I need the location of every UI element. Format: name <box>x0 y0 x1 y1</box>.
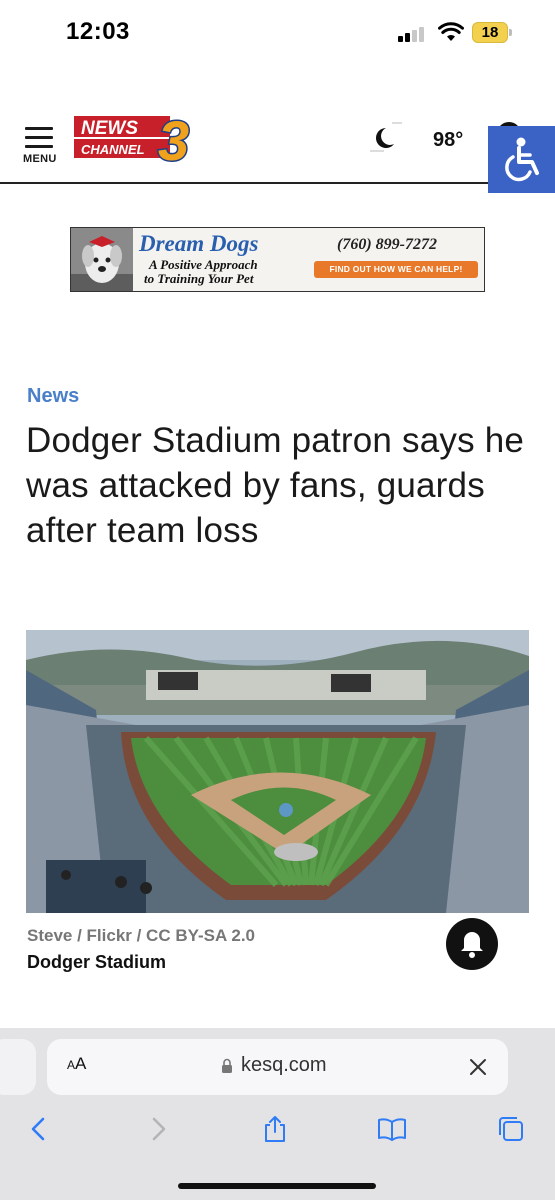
article-headline: Dodger Stadium patron says he was attack… <box>26 421 525 550</box>
menu-label: MENU <box>23 153 57 165</box>
previous-tab-preview[interactable] <box>0 1039 36 1095</box>
menu-button[interactable]: MENU <box>22 125 62 169</box>
signal-icon <box>398 26 428 42</box>
temperature: 98° <box>433 129 464 151</box>
page: 12:03 18 MENU NEWS CHANNEL 3 98° Dream D… <box>0 0 555 1200</box>
battery-level: 18 <box>481 24 499 41</box>
bookmarks-icon[interactable] <box>377 1114 407 1144</box>
ad-tagline: to Training Your Pet <box>144 271 254 286</box>
dog-image <box>71 228 133 291</box>
news-channel-3-logo[interactable]: NEWS CHANNEL 3 <box>72 113 210 165</box>
lock-icon <box>222 1058 232 1073</box>
share-icon[interactable] <box>260 1114 290 1144</box>
url-text: kesq.com <box>241 1054 327 1076</box>
moon-icon <box>370 122 402 152</box>
wifi-icon <box>438 22 464 41</box>
site-header: MENU NEWS CHANNEL 3 98° <box>0 100 555 184</box>
reader-settings-button[interactable]: AA <box>67 1054 86 1074</box>
article-hero-image <box>26 630 529 913</box>
logo-number: 3 <box>158 113 189 165</box>
bell-icon <box>461 932 483 958</box>
browser-toolbar: AA kesq.com <box>0 1028 555 1200</box>
accessibility-button[interactable] <box>488 126 555 193</box>
image-credit: Steve / Flickr / CC BY-SA 2.0 <box>27 926 256 945</box>
ad-title: Dream Dogs <box>139 231 259 256</box>
tabs-icon[interactable] <box>496 1114 526 1144</box>
logo-channel-text: CHANNEL <box>81 142 145 157</box>
logo-news-text: NEWS <box>81 118 138 139</box>
status-bar: 12:03 18 <box>0 0 555 70</box>
image-caption: Dodger Stadium <box>27 952 167 972</box>
notification-button[interactable] <box>446 918 498 970</box>
wheelchair-icon <box>505 137 539 182</box>
ad-cta-button[interactable]: FIND OUT HOW WE CAN HELP! <box>314 261 478 278</box>
advertisement-banner[interactable]: Dream Dogs (760) 899-7272 A Positive App… <box>70 227 485 292</box>
ad-phone: (760) 899-7272 <box>337 236 437 253</box>
address-bar[interactable]: AA kesq.com <box>47 1039 508 1095</box>
back-icon[interactable] <box>24 1114 54 1144</box>
home-indicator <box>178 1183 376 1189</box>
forward-icon[interactable] <box>143 1114 173 1144</box>
article-category[interactable]: News <box>27 385 79 408</box>
battery-icon: 18 <box>472 22 512 43</box>
status-time: 12:03 <box>66 18 130 45</box>
close-icon[interactable] <box>467 1056 489 1078</box>
